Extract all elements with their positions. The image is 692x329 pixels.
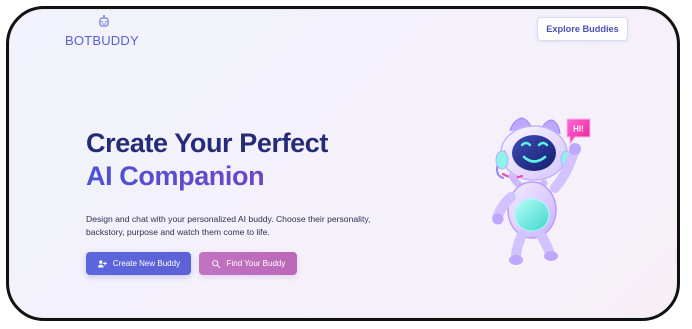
app-window: BOTBUDDY Explore Buddies Create Your Per…: [6, 6, 680, 321]
speech-bubble-text: HI!: [573, 125, 584, 134]
hero-title-line-2: AI Companion: [86, 160, 406, 193]
robot-illustration: HI!: [464, 113, 591, 265]
speech-bubble: HI!: [566, 118, 591, 146]
create-new-buddy-button[interactable]: Create New Buddy: [86, 252, 191, 275]
hero-title: Create Your Perfect AI Companion: [86, 127, 406, 193]
hero-title-line-1: Create Your Perfect: [86, 128, 329, 158]
brand-logo[interactable]: BOTBUDDY: [65, 15, 155, 51]
hero-description: Design and chat with your personalized A…: [86, 214, 371, 237]
find-your-buddy-label: Find Your Buddy: [226, 259, 286, 268]
robot-head-icon: [99, 15, 109, 27]
robot-icon: HI!: [492, 117, 591, 265]
explore-buddies-button[interactable]: Explore Buddies: [537, 17, 628, 41]
create-new-buddy-label: Create New Buddy: [112, 259, 181, 268]
user-plus-icon: [97, 259, 107, 267]
find-your-buddy-button[interactable]: Find Your Buddy: [199, 252, 297, 275]
brand-name: BOTBUDDY: [65, 33, 139, 48]
search-icon: [211, 259, 220, 268]
